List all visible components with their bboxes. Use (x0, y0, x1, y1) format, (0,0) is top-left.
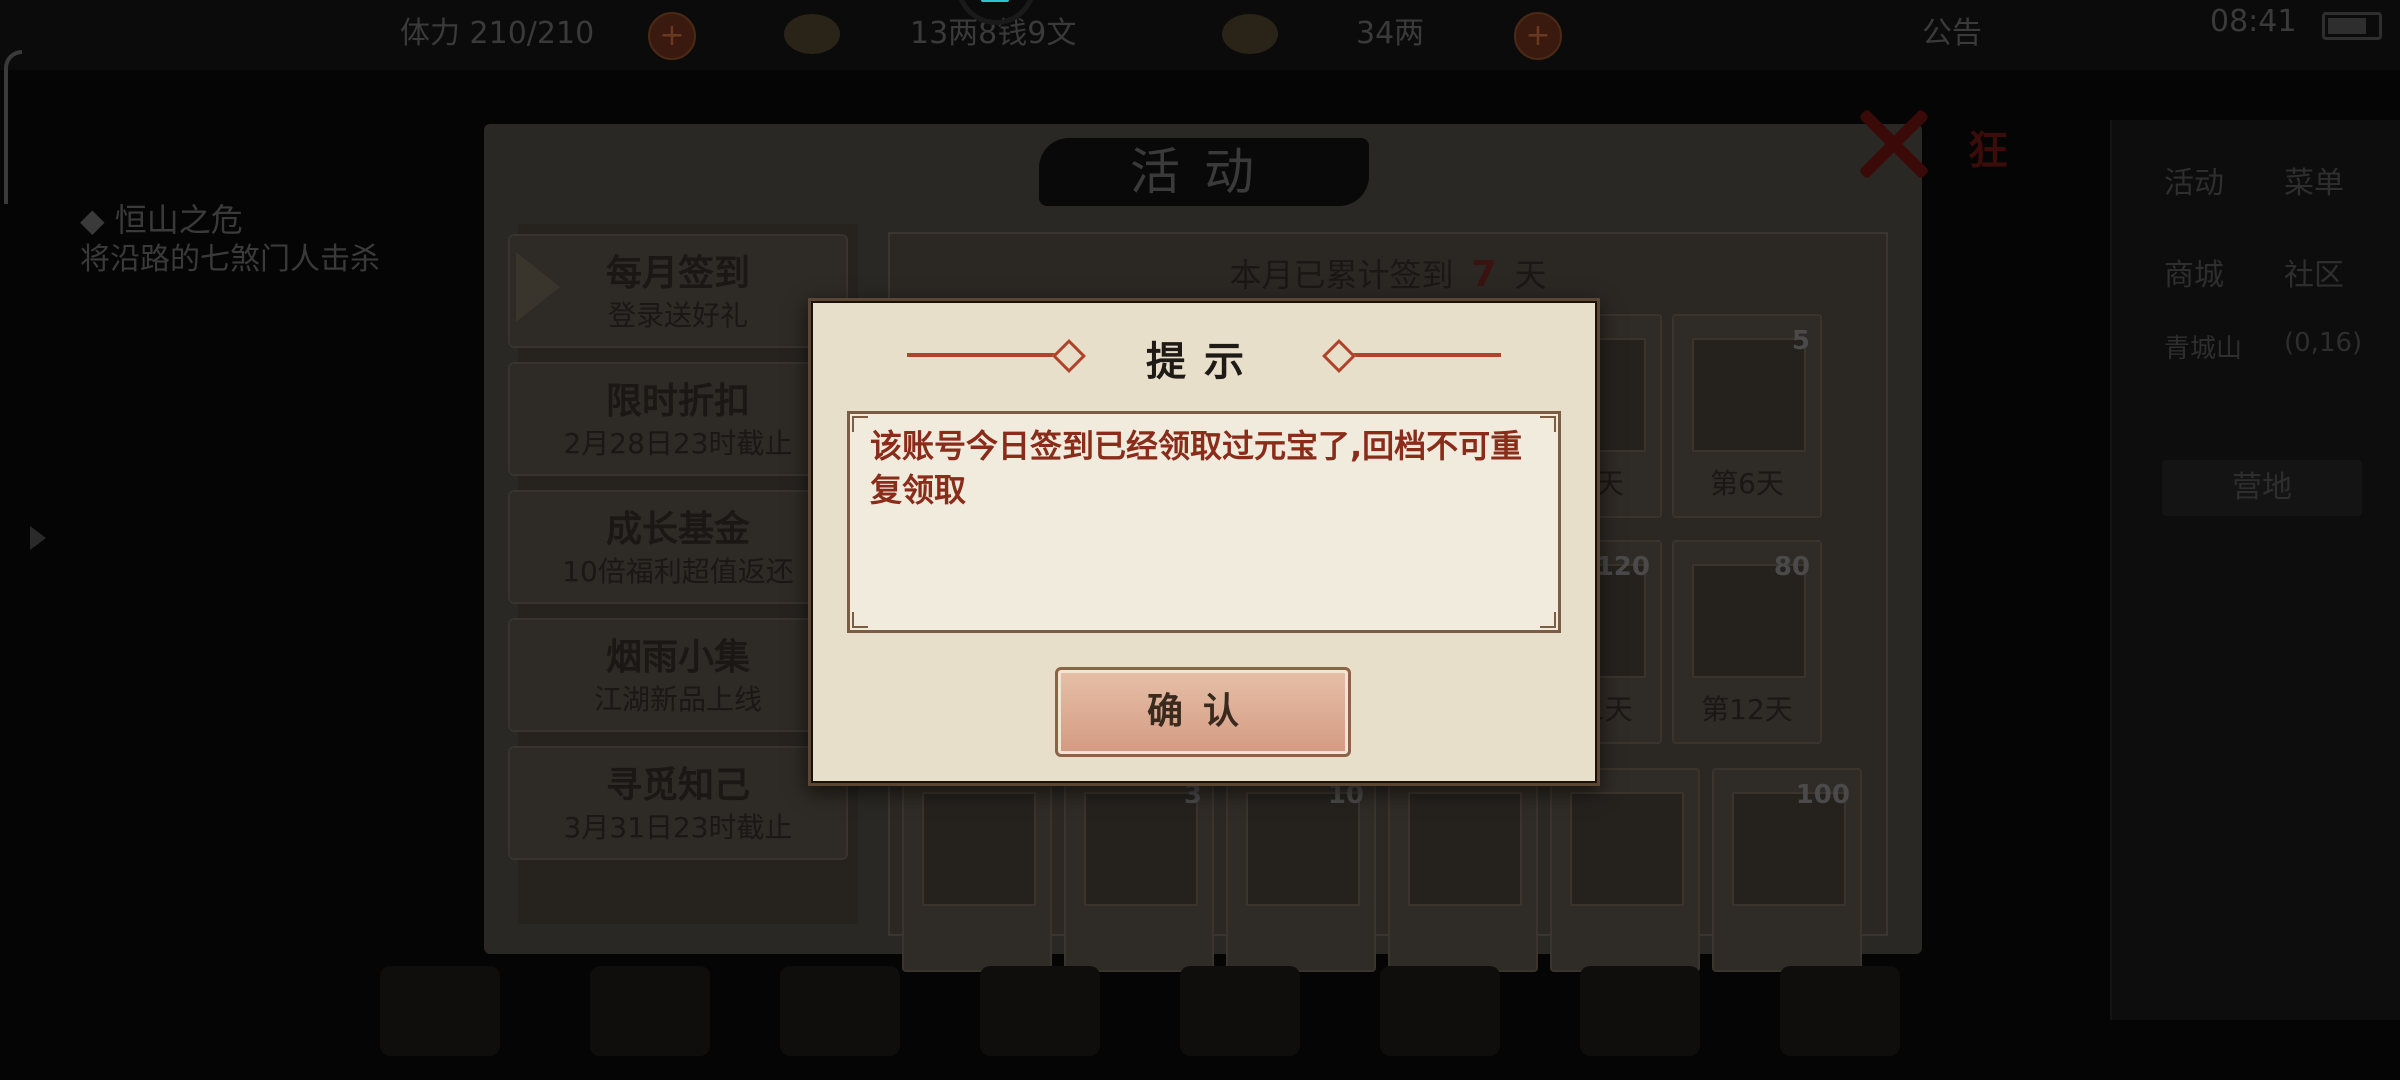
bottom-toolbar (360, 950, 2210, 1070)
toolbar-slot[interactable] (780, 966, 900, 1056)
toolbar-slot[interactable] (1380, 966, 1500, 1056)
calendar-day[interactable]: 10 (1226, 768, 1376, 972)
tab-subtitle: 登录送好礼 (607, 299, 748, 332)
confirm-label: 确认 (1146, 691, 1259, 732)
wild-mode-icon[interactable]: 狂 (1968, 118, 2008, 176)
quest-description: 将沿路的七煞门人击杀 (80, 242, 380, 277)
quest-tracker[interactable]: ◆ 恒山之危 将沿路的七煞门人击杀 (80, 200, 400, 280)
side-drawer-handle[interactable] (4, 50, 22, 204)
gift-box-icon (1570, 792, 1684, 906)
signin-days: 7 (1471, 254, 1497, 295)
clock: 08:41 (2210, 4, 2297, 39)
calendar-day[interactable]: 100 (1712, 768, 1862, 972)
signin-suffix: 天 (1514, 256, 1547, 294)
tab-yanyu-market[interactable]: 烟雨小集 江湖新品上线 (508, 618, 848, 732)
tab-find-confidant[interactable]: 寻觅知己 3月31日23时截止 (508, 746, 848, 860)
calendar-day[interactable] (902, 768, 1052, 972)
notice-dialog: 提示 该账号今日签到已经领取过元宝了,回档不可重复领取 确认 (808, 298, 1600, 786)
camp-button[interactable]: 营地 (2162, 460, 2362, 516)
frame-corner (852, 612, 868, 628)
reward-count: 5 (1791, 326, 1810, 356)
community-button[interactable]: 社区 (2284, 250, 2344, 294)
activity-menu-button[interactable]: 活动 (2164, 158, 2224, 202)
tab-subtitle: 江湖新品上线 (593, 683, 762, 716)
confirm-button[interactable]: 确认 (1055, 667, 1351, 757)
jade-icon (1408, 792, 1522, 906)
gold-amount: 34两 (1356, 16, 1425, 51)
tab-title: 成长基金 (605, 509, 750, 550)
toolbar-slot[interactable] (1580, 966, 1700, 1056)
menu-button[interactable]: 菜单 (2284, 158, 2344, 202)
reward-count: 80 (1773, 552, 1810, 582)
signin-prefix: 本月已累计签到 (1229, 256, 1454, 294)
toolbar-slot[interactable] (980, 966, 1100, 1056)
tab-monthly-signin[interactable]: 每月签到 登录送好礼 (508, 234, 848, 348)
day-label: 第6天 (1710, 467, 1784, 500)
dialog-title: 提示 (1146, 339, 1262, 385)
location-name: 青城山 (2164, 334, 2243, 364)
calendar-day[interactable]: 5 第6天 (1672, 314, 1822, 518)
tab-title: 烟雨小集 (605, 637, 750, 678)
frame-corner (852, 416, 868, 432)
calendar-day[interactable] (1388, 768, 1538, 972)
tab-subtitle: 3月31日23时截止 (563, 811, 793, 844)
silver-coin-icon (784, 14, 840, 54)
toolbar-slot[interactable] (1780, 966, 1900, 1056)
tab-subtitle: 2月28日23时截止 (563, 427, 793, 460)
gold-ingot-icon (1222, 14, 1278, 54)
tab-title: 每月签到 (605, 253, 750, 294)
reward-count: 120 (1595, 552, 1650, 582)
window-title: 活动 (1130, 143, 1278, 201)
right-panel: 活动 菜单 商城 社区 青城山 (0,16) 营地 (2110, 120, 2400, 1020)
notice-button[interactable]: 公告 (1922, 8, 1982, 52)
frame-corner (1540, 416, 1556, 432)
expand-arrow-icon[interactable] (30, 526, 46, 550)
toolbar-slot[interactable] (1180, 966, 1300, 1056)
toolbar-slot[interactable] (590, 966, 710, 1056)
signin-count-header: 本月已累计签到 7 天 (890, 250, 1886, 296)
location-coords: (0,16) (2284, 328, 2363, 358)
tab-limited-discount[interactable]: 限时折扣 2月28日23时截止 (508, 362, 848, 476)
add-stamina-button[interactable]: + (648, 12, 696, 60)
quest-title: ◆ 恒山之危 (80, 201, 243, 239)
reward-icon (1692, 338, 1806, 452)
shop-button[interactable]: 商城 (2164, 250, 2224, 294)
top-status-bar: 体力 210/210 + 13两8钱9文 34两 + 公告 08:41 (0, 0, 2400, 70)
dialog-message: 该账号今日签到已经领取过元宝了,回档不可重复领取 (870, 427, 1523, 509)
close-icon[interactable] (1854, 104, 1930, 184)
wine-jar-icon (1084, 792, 1198, 906)
message-box: 该账号今日签到已经领取过元宝了,回档不可重复领取 (847, 411, 1561, 633)
stamina-label: 体力 210/210 (400, 16, 595, 51)
reward-icon (922, 792, 1036, 906)
toolbar-slot[interactable] (380, 966, 500, 1056)
calendar-day[interactable]: 80 第12天 (1672, 540, 1822, 744)
reward-count: 100 (1795, 780, 1850, 810)
calendar-day[interactable] (1550, 768, 1700, 972)
battery-icon (2322, 12, 2382, 40)
tab-growth-fund[interactable]: 成长基金 10倍福利超值返还 (508, 490, 848, 604)
tab-title: 寻觅知己 (605, 765, 750, 806)
tab-title: 限时折扣 (605, 381, 750, 422)
frame-corner (1540, 612, 1556, 628)
day-label: 第12天 (1701, 693, 1793, 726)
calendar-day[interactable]: 3 (1064, 768, 1214, 972)
tab-subtitle: 10倍福利超值返还 (562, 555, 794, 588)
add-gold-button[interactable]: + (1514, 12, 1562, 60)
